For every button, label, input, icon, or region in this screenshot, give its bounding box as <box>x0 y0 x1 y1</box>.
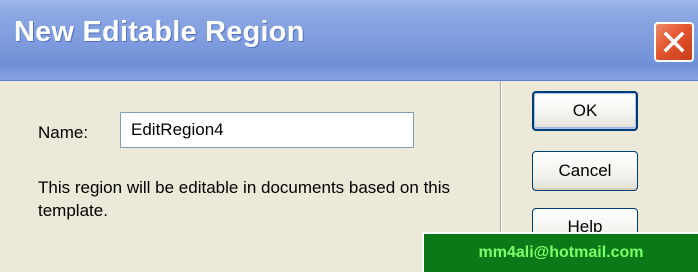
ok-button[interactable]: OK <box>532 91 638 131</box>
watermark: mm4ali@hotmail.com <box>422 232 698 272</box>
name-label: Name: <box>38 123 89 142</box>
description-text: This region will be editable in document… <box>38 178 451 220</box>
close-x-icon <box>663 31 685 53</box>
title-bar[interactable]: New Editable Region <box>0 0 698 81</box>
dialog-title: New Editable Region <box>14 16 305 48</box>
close-button[interactable] <box>654 22 694 62</box>
new-editable-region-dialog: New Editable Region Name: This region wi… <box>0 0 698 272</box>
name-input[interactable] <box>120 112 414 148</box>
cancel-button[interactable]: Cancel <box>532 151 638 191</box>
